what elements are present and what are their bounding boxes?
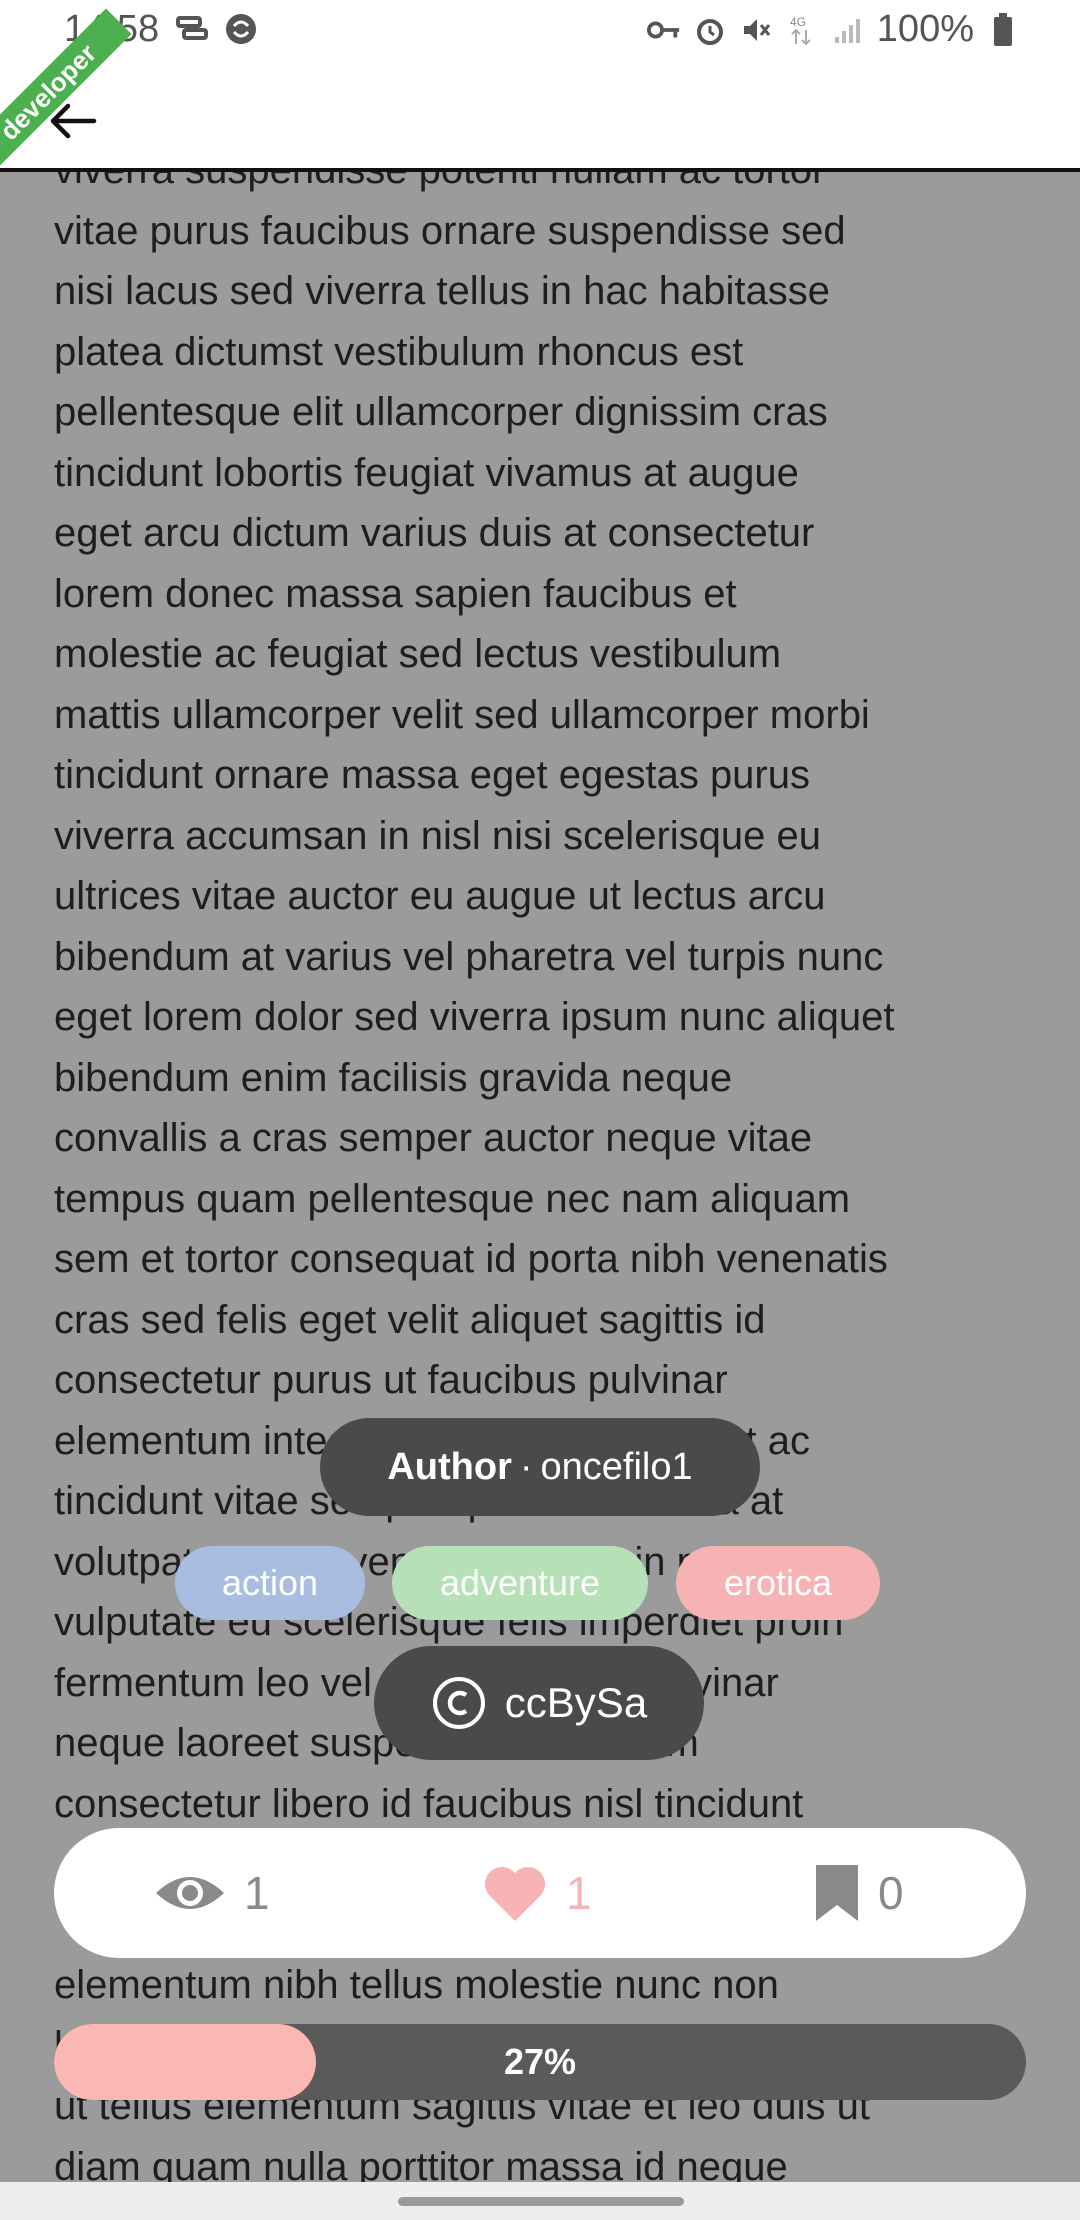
views-count: 1 [244, 1867, 270, 1919]
status-left-icons [176, 12, 258, 46]
saves-count: 0 [878, 1867, 904, 1919]
bookmark-icon [816, 1865, 858, 1921]
author-name: oncefilo1 [540, 1445, 693, 1488]
4g-icon: 4G [785, 13, 819, 47]
sync-icon [224, 12, 258, 46]
svg-text:4G: 4G [790, 15, 806, 29]
home-handle[interactable] [398, 2197, 684, 2206]
likes-stat[interactable]: 1 [482, 1828, 592, 1958]
status-bar: 14:58 4G 100% [0, 0, 1080, 64]
battery-percent: 100% [876, 8, 974, 50]
license-chip[interactable]: ccBySa [374, 1646, 704, 1760]
battery-icon [986, 12, 1020, 47]
key-icon [646, 13, 681, 47]
mute-icon [739, 13, 773, 47]
alarm-icon [693, 13, 727, 47]
copyright-icon [432, 1677, 485, 1729]
system-nav-bar [0, 2182, 1080, 2220]
reader-screen: 14:58 4G 100% [0, 0, 1080, 2220]
progress-label: 27% [503, 2041, 577, 2082]
author-separator: · [519, 1445, 533, 1488]
tag-action[interactable]: action [175, 1546, 365, 1620]
saves-stat[interactable]: 0 [814, 1828, 904, 1958]
author-label: Author [387, 1445, 512, 1488]
author-chip[interactable]: Author · oncefilo1 [320, 1418, 760, 1516]
status-right-icons: 4G 100% [646, 8, 1020, 51]
likes-count: 1 [566, 1867, 592, 1919]
views-stat[interactable]: 1 [154, 1828, 270, 1958]
cast-icon [176, 12, 210, 46]
tag-erotica[interactable]: erotica [676, 1546, 880, 1620]
app-bar [0, 64, 1080, 172]
tag-adventure[interactable]: adventure [392, 1546, 648, 1620]
signal-icon [831, 13, 865, 47]
reading-progress: 27% [54, 2024, 1026, 2100]
license-label: ccBySa [504, 1679, 648, 1726]
eye-icon [156, 1877, 224, 1909]
heart-icon [484, 1866, 546, 1921]
stats-bar: 1 1 0 [54, 1828, 1026, 1958]
